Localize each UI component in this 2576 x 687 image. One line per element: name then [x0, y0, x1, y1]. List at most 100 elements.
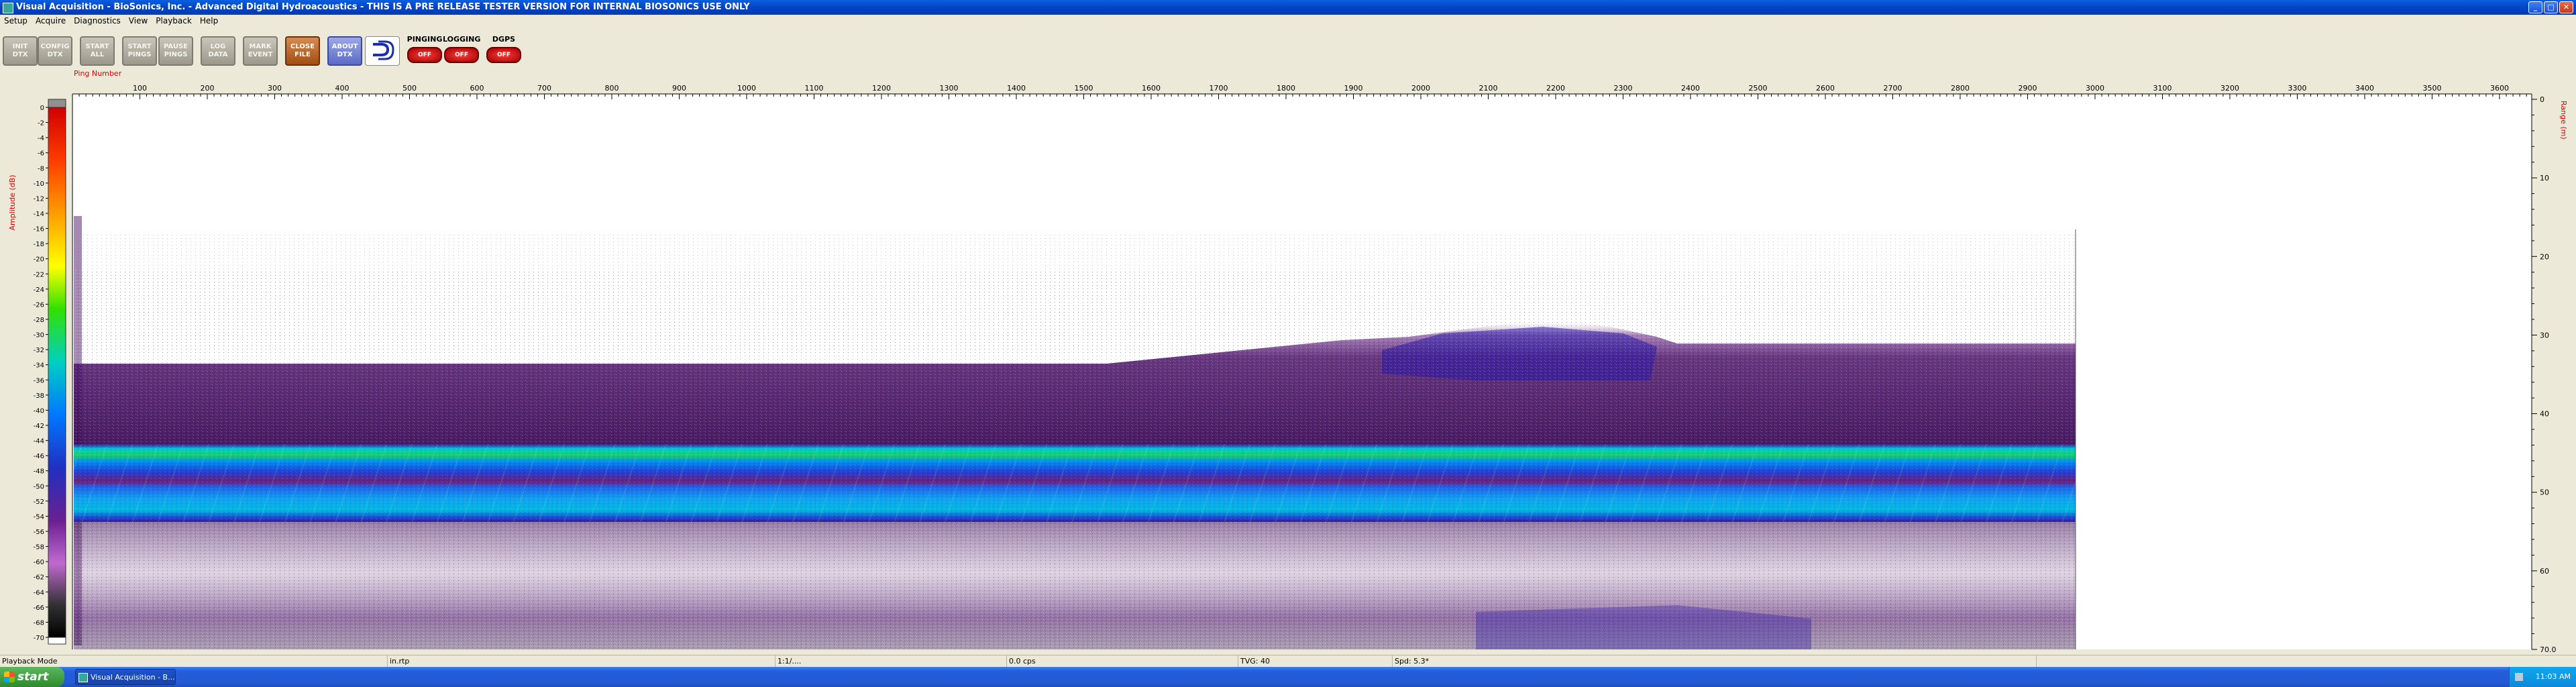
dgps-indicator: DGPS OFF [485, 31, 523, 66]
menu-playback[interactable]: Playback [152, 16, 196, 25]
colorbar-tick-label: -12 [34, 195, 44, 203]
x-tick-label: 2900 [2019, 84, 2037, 93]
colorbar-title: Amplitude (dB) [8, 175, 17, 231]
range-tick-label: 70.0 [2540, 645, 2557, 654]
x-tick-label: 400 [335, 84, 350, 93]
x-tick-label: 100 [133, 84, 147, 93]
x-tick-label: 3000 [2086, 84, 2104, 93]
x-tick-label: 3600 [2490, 84, 2509, 93]
x-tick-label: 3400 [2355, 84, 2374, 93]
echogram-chart[interactable]: Amplitude (dB) 0 -2 -4 -6 -8 -10 -12 -14 -16 -18 -… [0, 68, 2576, 655]
range-tick-label: 60 [2540, 567, 2549, 576]
range-tick-label: 40 [2540, 410, 2549, 419]
range-tick-label: 0 [2540, 95, 2544, 104]
system-tray: 11:03 AM [2509, 667, 2576, 687]
colorbar-tick-label: -66 [34, 604, 44, 612]
colorbar-tick-label: -16 [34, 226, 44, 233]
status-file: in.rtp [388, 655, 775, 667]
x-tick-label: 2200 [1546, 84, 1565, 93]
colorbar-tick-label: -2 [38, 120, 44, 127]
colorbar-tick-label: 0 [40, 105, 44, 112]
biosonics-logo-icon [365, 36, 400, 66]
x-tick-label: 2800 [1951, 84, 1970, 93]
status-extra [2037, 655, 2576, 667]
x-tick-label: 1900 [1344, 84, 1363, 93]
colorbar [48, 107, 66, 638]
start-button[interactable]: start [0, 667, 64, 687]
range-tick-label: 10 [2540, 174, 2549, 182]
close-file-button[interactable]: CLOSE FILE [285, 36, 320, 66]
range-tick-label: 20 [2540, 252, 2549, 261]
window-title: Visual Acquisition - BioSonics, Inc. - A… [16, 2, 750, 12]
x-tick-label: 3500 [2423, 84, 2442, 93]
x-tick-label: 2100 [1479, 84, 1498, 93]
about-dtx-button[interactable]: ABOUT DTX [327, 36, 362, 66]
echogram-panel: Amplitude (dB) 0 -2 -4 -6 -8 -10 -12 -14 -16 -18 -… [0, 68, 2576, 655]
menu-bar: Setup Acquire Diagnostics View Playback … [0, 15, 2576, 27]
range-axis-title: Range (m) [2559, 101, 2568, 140]
minimize-button[interactable]: _ [2528, 1, 2542, 13]
x-tick-label: 1200 [872, 84, 891, 93]
colorbar-tick-label: -58 [34, 544, 44, 551]
x-tick-label: 500 [402, 84, 417, 93]
x-tick-label: 2300 [1614, 84, 1633, 93]
colorbar-tick-label: -4 [38, 135, 44, 142]
menu-setup[interactable]: Setup [0, 16, 32, 25]
status-mode: Playback Mode [0, 655, 388, 667]
colorbar-tick-label: -30 [34, 332, 44, 339]
x-tick-label: 1800 [1277, 84, 1295, 93]
status-tvg: TVG: 40 [1238, 655, 1393, 667]
pinging-indicator: PINGING OFF [406, 31, 443, 66]
colorbar-tick-label: -70 [34, 635, 44, 642]
window-title-bar: Visual Acquisition - BioSonics, Inc. - A… [0, 0, 2576, 15]
x-tick-label: 3300 [2288, 84, 2307, 93]
logging-lamp: OFF [444, 47, 479, 63]
x-tick-label: 3200 [2220, 84, 2239, 93]
close-window-button[interactable]: ✕ [2559, 1, 2573, 13]
start-pings-button[interactable]: START PINGS [122, 36, 157, 66]
colorbar-tick-label: -50 [34, 483, 44, 490]
colorbar-tick-label: -24 [34, 286, 44, 294]
maximize-button[interactable]: □ [2544, 1, 2558, 13]
colorbar-tick-label: -28 [34, 317, 44, 324]
x-tick-label: 2500 [1749, 84, 1768, 93]
x-tick-label: 1500 [1075, 84, 1093, 93]
mark-event-button[interactable]: MARK EVENT [243, 36, 278, 66]
menu-acquire[interactable]: Acquire [32, 16, 70, 25]
status-rate: 0.0 cps [1007, 655, 1238, 667]
x-tick-label: 600 [470, 84, 484, 93]
config-dtx-button[interactable]: CONFIG DTX [38, 36, 72, 66]
colorbar-tick-label: -62 [34, 574, 44, 582]
colorbar-tick-label: -52 [34, 498, 44, 506]
menu-view[interactable]: View [125, 16, 152, 25]
colorbar-tick-label: -20 [34, 256, 44, 264]
menu-help[interactable]: Help [196, 16, 222, 25]
colorbar-tick-label: -8 [38, 165, 44, 172]
x-tick-label: 2400 [1681, 84, 1700, 93]
colorbar-tick-label: -36 [34, 377, 44, 384]
taskbar-item-visual-acquisition[interactable]: Visual Acquisition - B... [75, 669, 176, 685]
colorbar-tick-label: -32 [34, 347, 44, 354]
start-all-button[interactable]: START ALL [80, 36, 115, 66]
clock: 11:03 AM [2535, 672, 2571, 681]
dgps-label: DGPS [492, 35, 516, 44]
pinging-label: PINGING [407, 35, 443, 44]
x-tick-label: 300 [268, 84, 282, 93]
pause-pings-button[interactable]: PAUSE PINGS [158, 36, 193, 66]
app-icon [3, 3, 13, 13]
init-dtx-button[interactable]: INIT DTX [3, 36, 38, 66]
x-tick-label: 800 [605, 84, 619, 93]
x-tick-label: 1100 [805, 84, 824, 93]
menu-diagnostics[interactable]: Diagnostics [70, 16, 125, 25]
colorbar-tick-label: -44 [34, 438, 44, 445]
status-bar: Playback Mode in.rtp 1:1/.... 0.0 cps TV… [0, 655, 2576, 668]
tray-network-icon[interactable] [2515, 673, 2523, 681]
x-tick-label: 700 [537, 84, 551, 93]
colorbar-tick-label: -40 [34, 407, 44, 415]
logging-indicator: LOGGING OFF [443, 31, 480, 66]
colorbar-tick-label: -14 [34, 211, 44, 218]
log-data-button[interactable]: LOG DATA [201, 36, 235, 66]
app-icon [78, 673, 88, 682]
status-ping: 1:1/.... [775, 655, 1007, 667]
range-tick-label: 30 [2540, 331, 2549, 339]
